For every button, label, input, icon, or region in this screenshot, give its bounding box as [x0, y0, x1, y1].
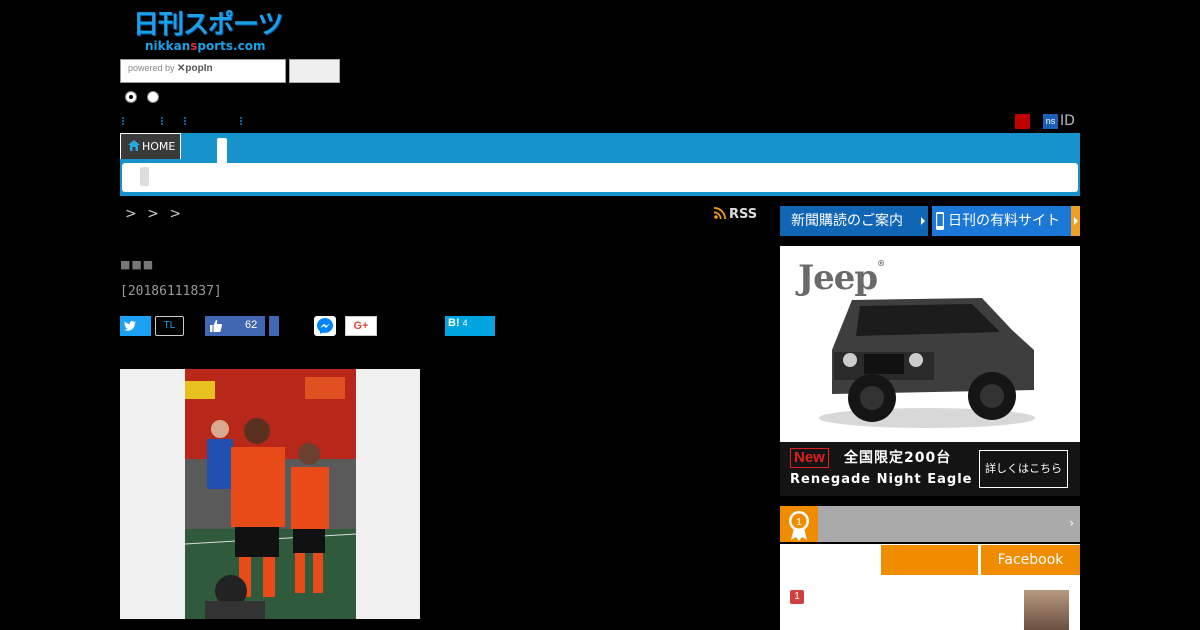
- article-photo: [185, 369, 356, 619]
- article-photo-frame[interactable]: [120, 369, 420, 619]
- tab-home[interactable]: HOME: [120, 133, 181, 159]
- site-logo[interactable]: 日刊スポーツ nikkansports.com: [133, 10, 288, 56]
- id-login-link[interactable]: ID: [1060, 113, 1075, 129]
- header-red-icon[interactable]: [1015, 114, 1030, 129]
- sub-nav-item[interactable]: [140, 167, 149, 186]
- smartphone-icon: [936, 212, 944, 230]
- ad-details-button[interactable]: 詳しくはこちら: [979, 450, 1068, 488]
- sub-nav-bar: [122, 163, 1078, 192]
- search-powered-by: powered by ✕popIn: [128, 63, 213, 74]
- rss-icon: [714, 207, 726, 219]
- subnav-link[interactable]: [240, 117, 243, 125]
- ranking-item-rank: 1: [790, 590, 804, 604]
- ranking-tab-facebook[interactable]: Facebook: [981, 545, 1080, 575]
- google-plus-share-button[interactable]: G+: [345, 316, 377, 336]
- logo-domain: nikkansports.com: [145, 39, 266, 53]
- subnav-link[interactable]: [184, 117, 187, 125]
- twitter-icon: [124, 321, 136, 331]
- breadcrumb[interactable]: > > >: [125, 206, 184, 222]
- subnav-link[interactable]: [122, 117, 125, 125]
- chevron-right-icon[interactable]: ›: [1069, 516, 1074, 530]
- paid-sites-link[interactable]: 日刊の有料サイト: [932, 206, 1080, 236]
- twitter-share-button[interactable]: [120, 316, 151, 336]
- medal-number: 1: [796, 517, 802, 528]
- ranking-panel: Facebook 1: [780, 544, 1080, 630]
- search-scope-radio-web[interactable]: [147, 91, 159, 103]
- facebook-like-button[interactable]: 62: [205, 316, 265, 336]
- logo-wordmark: 日刊スポーツ: [133, 10, 283, 40]
- search-input[interactable]: powered by ✕popIn: [120, 59, 286, 83]
- ad-footer: New 全国限定200台 Renegade Night Eagle 詳しくはこち…: [780, 442, 1080, 496]
- jeep-advertisement[interactable]: Jeep® New 全国限定200台 Renegade Night Eagle …: [780, 246, 1080, 496]
- search-scope-radio-site[interactable]: [125, 91, 137, 103]
- nav-tab-indicator[interactable]: [217, 138, 227, 163]
- facebook-share-button[interactable]: [269, 316, 279, 336]
- new-badge: New: [790, 448, 829, 468]
- article-id: [20186111837]: [120, 284, 222, 299]
- arrow-right-icon: [921, 217, 925, 225]
- home-icon: [128, 140, 140, 151]
- newspaper-subscription-link[interactable]: 新聞購読のご案内: [780, 206, 928, 236]
- timeline-button[interactable]: TL: [155, 316, 184, 336]
- rss-link[interactable]: RSS: [714, 207, 757, 222]
- ad-model-name: Renegade Night Eagle: [790, 472, 973, 487]
- ranking-item-thumbnail[interactable]: [1024, 590, 1069, 630]
- ns-id-icon[interactable]: ns: [1043, 114, 1058, 129]
- ad-headline: 全国限定200台: [844, 450, 952, 466]
- thumbs-up-icon: [210, 320, 222, 332]
- ranking-header[interactable]: 1 ›: [780, 506, 1080, 542]
- facebook-like-count: 62: [245, 319, 258, 331]
- soccer-players-illustration: [185, 369, 356, 619]
- search-button[interactable]: [289, 59, 340, 83]
- subnav-link[interactable]: [161, 117, 164, 125]
- ranking-medal-icon: 1: [780, 506, 818, 542]
- arrow-right-icon: [1074, 217, 1078, 225]
- hatena-bookmark-button[interactable]: B! 4: [445, 316, 495, 336]
- article-title-placeholder: ■■■: [120, 258, 155, 271]
- jeep-car-image: [819, 298, 1035, 428]
- messenger-icon: [317, 318, 333, 334]
- main-nav: HOME: [120, 133, 1080, 196]
- messenger-share-button[interactable]: [314, 316, 336, 336]
- ranking-tab[interactable]: [881, 545, 978, 575]
